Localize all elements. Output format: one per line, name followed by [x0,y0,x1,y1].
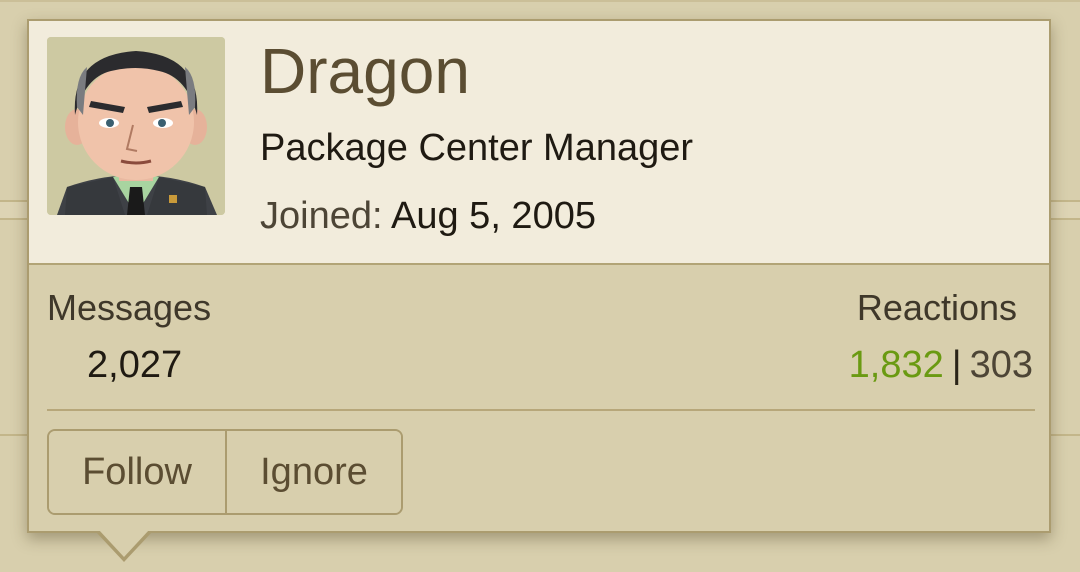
cartoon-man-avatar-icon [47,37,225,215]
member-card-header: Dragon Package Center Manager Joined: Au… [29,21,1049,265]
avatar[interactable] [47,37,225,215]
reactions-values: 1,832 | 303 [849,343,1033,387]
joined-label: Joined: [260,195,383,237]
joined-row: Joined: Aug 5, 2005 [260,194,596,238]
reactions-separator: | [951,344,962,386]
username[interactable]: Dragon [260,31,470,111]
tooltip-arrow-fill [99,530,149,557]
joined-date: Aug 5, 2005 [391,195,596,237]
reactions-negative-count[interactable]: 303 [970,344,1033,386]
stats-divider [47,409,1035,411]
messages-count[interactable]: 2,027 [87,343,182,387]
reactions-positive-count[interactable]: 1,832 [849,344,944,386]
user-title: Package Center Manager [260,127,694,169]
reactions-label: Reactions [856,287,1017,328]
messages-label: Messages [47,287,212,328]
ignore-button[interactable]: Ignore [227,431,401,513]
member-actions: Follow Ignore [47,429,403,515]
follow-button[interactable]: Follow [49,431,227,513]
member-tooltip-card: Dragon Package Center Manager Joined: Au… [27,19,1051,533]
background-divider [0,0,1080,2]
